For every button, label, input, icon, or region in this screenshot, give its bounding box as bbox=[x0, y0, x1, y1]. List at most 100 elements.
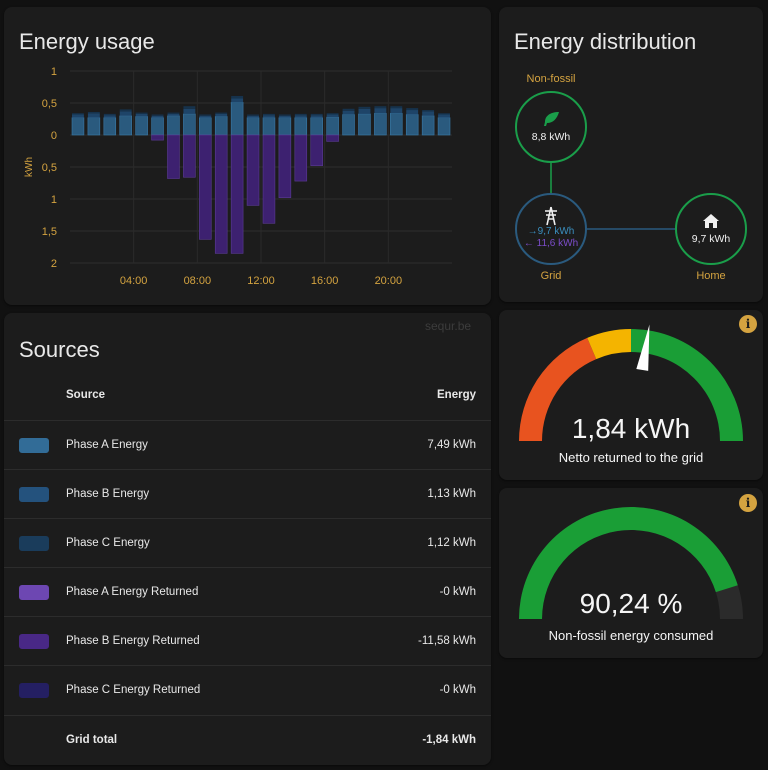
nonfossil-label: Non-fossil bbox=[526, 73, 576, 85]
y-tick-label: 1,5 bbox=[42, 226, 57, 238]
leaf-icon bbox=[544, 112, 559, 126]
bar-segment bbox=[421, 115, 435, 136]
bar-segment bbox=[151, 114, 164, 116]
y-axis-unit: kWh bbox=[24, 157, 35, 177]
y-tick-label: 1 bbox=[51, 66, 57, 78]
bar-segment bbox=[246, 117, 260, 136]
bar-segment bbox=[183, 108, 196, 114]
bar-segment bbox=[151, 115, 164, 118]
bar-segment bbox=[214, 116, 228, 136]
source-row[interactable]: Phase C Energy 1,12 kWh bbox=[4, 518, 491, 568]
bar-segment bbox=[438, 113, 450, 115]
bar-segment bbox=[422, 111, 435, 116]
source-value: -0 kWh bbox=[439, 586, 476, 598]
home-value: 9,7 kWh bbox=[691, 233, 731, 245]
bar-segment bbox=[390, 108, 403, 114]
bar-segment bbox=[103, 117, 117, 136]
bar-segment bbox=[406, 110, 419, 115]
home-icon bbox=[703, 214, 719, 228]
bar-segment bbox=[262, 117, 276, 136]
netto-returned-value: 1,84 kWh bbox=[571, 413, 691, 444]
grid-label: Grid bbox=[540, 270, 562, 282]
bar-segment bbox=[326, 116, 339, 136]
x-tick-label: 08:00 bbox=[184, 275, 212, 287]
bar-segment bbox=[72, 114, 84, 118]
returned-bar bbox=[262, 134, 276, 224]
source-color-swatch bbox=[19, 683, 49, 698]
returned-bar bbox=[183, 134, 196, 178]
returned-bar bbox=[326, 134, 339, 142]
bar-segment bbox=[71, 117, 85, 136]
y-tick-label: 0 bbox=[51, 130, 57, 142]
nonfossil-value-pct: 90,24 % bbox=[579, 588, 683, 619]
bar-segment bbox=[294, 113, 307, 116]
returned-bar bbox=[294, 134, 308, 182]
source-row[interactable]: Phase A Energy 7,49 kWh bbox=[4, 420, 491, 470]
bar-segment bbox=[278, 115, 291, 118]
grid-node[interactable]: →9,7 kWh ← 11,6 kWh bbox=[515, 193, 587, 265]
bar-segment bbox=[374, 106, 387, 109]
energy-usage-card: Energy usage 1 0,5 0 0,5 1 1,5 2 04:00 08:00 12:0… bbox=[4, 7, 491, 305]
bar-segment bbox=[263, 113, 275, 116]
x-tick-label: 20:00 bbox=[375, 275, 403, 287]
source-row[interactable]: Phase A Energy Returned -0 kWh bbox=[4, 567, 491, 617]
energy-distribution-card: Energy distribution Non-fossil 8,8 kWh →… bbox=[499, 7, 763, 302]
source-name: Phase C Energy Returned bbox=[66, 684, 201, 696]
nonfossil-gauge-label: Non-fossil energy consumed bbox=[548, 628, 714, 643]
bar-segment bbox=[231, 95, 244, 99]
source-value: -11,58 kWh bbox=[418, 635, 476, 647]
nonfossil-node[interactable]: 8,8 kWh bbox=[515, 91, 587, 163]
bar-segment bbox=[183, 113, 196, 136]
bar-segment bbox=[263, 115, 275, 118]
bar-segment bbox=[358, 113, 371, 136]
bar-segment bbox=[103, 113, 116, 116]
returned-bar bbox=[151, 134, 164, 141]
bar-segment bbox=[183, 106, 196, 109]
bar-segment bbox=[135, 116, 148, 136]
bar-segment bbox=[135, 112, 148, 114]
source-name: Phase B Energy bbox=[66, 488, 150, 500]
source-row[interactable]: Phase C Energy Returned -0 kWh bbox=[4, 665, 491, 715]
bar-segment bbox=[342, 110, 355, 115]
bar-segment bbox=[199, 115, 212, 118]
bar-segment bbox=[119, 111, 132, 116]
y-tick-label: 0,5 bbox=[42, 162, 57, 174]
bar-segment bbox=[310, 117, 323, 136]
source-value: -0 kWh bbox=[439, 684, 476, 696]
x-tick-label: 16:00 bbox=[311, 275, 339, 287]
bar-segment bbox=[135, 113, 148, 117]
bar-segment bbox=[167, 115, 180, 136]
source-color-swatch bbox=[19, 487, 49, 502]
bar-segment bbox=[438, 114, 450, 118]
returned-bar bbox=[199, 134, 212, 240]
bar-segment bbox=[278, 117, 292, 136]
bar-segment bbox=[294, 117, 308, 136]
source-row[interactable]: Phase B Energy 1,13 kWh bbox=[4, 469, 491, 519]
source-value: 7,49 kWh bbox=[427, 439, 476, 451]
bar-segment bbox=[310, 115, 323, 118]
bar-segment bbox=[247, 115, 259, 118]
bar-segment bbox=[390, 106, 403, 109]
netto-returned-gauge-card: i 1,84 kWh Netto returned to the grid bbox=[499, 310, 763, 480]
energy-column-header: Energy bbox=[437, 389, 476, 401]
bar-segment bbox=[390, 112, 403, 136]
home-node[interactable]: 9,7 kWh bbox=[675, 193, 747, 265]
energy-usage-chart[interactable]: 1 0,5 0 0,5 1 1,5 2 04:00 08:00 12:00 16:00 20:00 kW… bbox=[4, 7, 491, 305]
bar-segment bbox=[247, 114, 259, 116]
source-color-swatch bbox=[19, 634, 49, 649]
source-name: Phase B Energy Returned bbox=[66, 635, 200, 647]
bar-segment bbox=[422, 110, 435, 112]
x-tick-label: 12:00 bbox=[247, 275, 275, 287]
bar-segment bbox=[294, 115, 307, 118]
bar-segment bbox=[310, 113, 323, 116]
bar-segment bbox=[103, 115, 116, 118]
transmission-tower-icon bbox=[545, 206, 557, 226]
sources-card: Sources Source Energy Phase A Energy 7,49… bbox=[4, 313, 491, 765]
bar-segment bbox=[405, 114, 419, 136]
grid-total-value: -1,84 kWh bbox=[422, 734, 476, 746]
y-tick-label: 2 bbox=[51, 258, 57, 270]
source-row[interactable]: Phase B Energy Returned -11,58 kWh bbox=[4, 616, 491, 666]
bar-segment bbox=[87, 111, 100, 114]
bar-segment bbox=[358, 108, 371, 114]
bar-segment bbox=[199, 117, 212, 136]
